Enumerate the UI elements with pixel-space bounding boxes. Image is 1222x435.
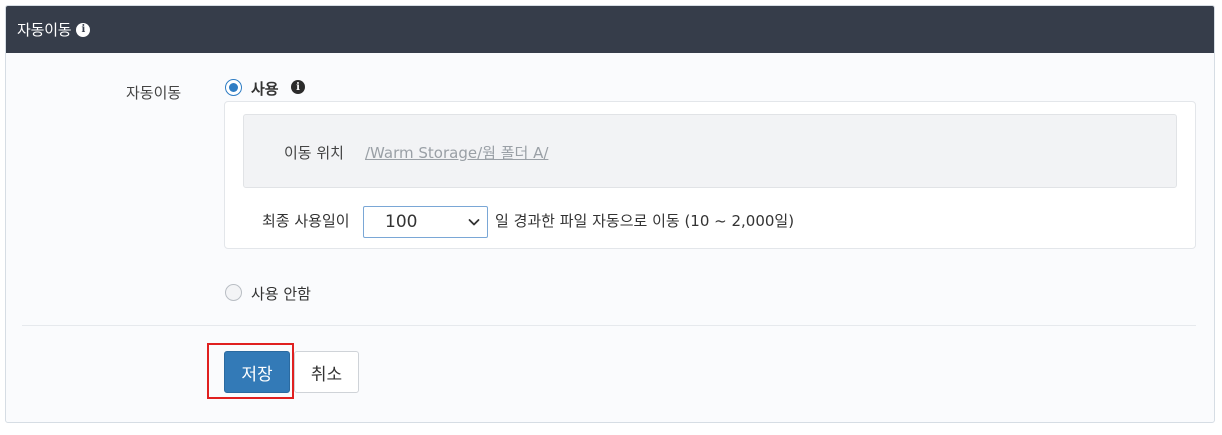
cancel-button[interactable]: 취소 bbox=[294, 351, 359, 393]
days-suffix-label: 일 경과한 파일 자동으로 이동 (10 ~ 2,000일) bbox=[495, 212, 795, 230]
auto-move-field-label: 자동이동 bbox=[126, 84, 182, 102]
auto-move-panel: 자동이동 i 자동이동 사용 i 이동 위치 /Warm Storage/웜 폴… bbox=[5, 5, 1215, 423]
save-button[interactable]: 저장 bbox=[224, 351, 290, 393]
panel-title: 자동이동 bbox=[17, 21, 72, 39]
use-radio[interactable] bbox=[225, 79, 242, 96]
days-prefix-label: 최종 사용일이 bbox=[262, 212, 350, 230]
info-icon[interactable]: i bbox=[76, 22, 91, 37]
info-icon[interactable]: i bbox=[291, 80, 305, 94]
location-path-link[interactable]: /Warm Storage/웜 폴더 A/ bbox=[365, 142, 548, 163]
chevron-down-icon bbox=[468, 219, 480, 226]
none-radio[interactable] bbox=[225, 284, 242, 301]
location-box: 이동 위치 /Warm Storage/웜 폴더 A/ bbox=[243, 114, 1177, 188]
days-select[interactable]: 100 bbox=[363, 206, 488, 238]
divider bbox=[22, 325, 1196, 326]
days-select-value: 100 bbox=[385, 212, 418, 232]
panel-header: 자동이동 i bbox=[6, 6, 1214, 53]
use-option-label[interactable]: 사용 bbox=[251, 78, 279, 99]
none-option-label[interactable]: 사용 안함 bbox=[251, 283, 311, 304]
use-options-box: 이동 위치 /Warm Storage/웜 폴더 A/ 최종 사용일이 100 … bbox=[224, 101, 1196, 249]
location-label: 이동 위치 bbox=[284, 144, 344, 162]
